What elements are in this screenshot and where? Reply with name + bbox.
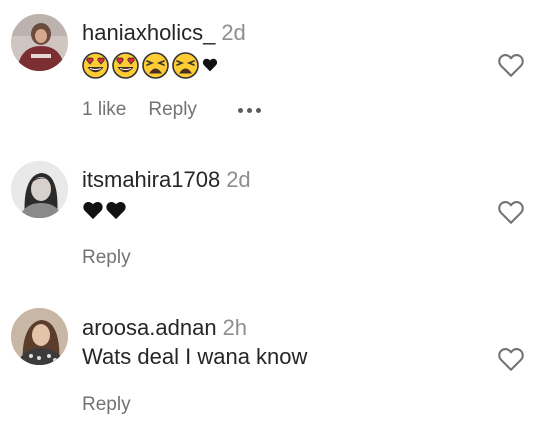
likes-count-link[interactable]: 1 like (82, 98, 126, 122)
username[interactable]: haniaxholics_ (82, 20, 215, 45)
comment-header: itsmahira1708 2d (82, 167, 251, 193)
comment-age: 2d (226, 167, 251, 192)
comment-actions: Reply (82, 393, 131, 417)
like-comment-button[interactable] (497, 52, 525, 78)
reply-button[interactable]: Reply (148, 98, 197, 122)
more-dot-icon (246, 107, 252, 113)
avatar-image (11, 308, 68, 365)
comment-item: itsmahira1708 2d Reply (0, 140, 543, 287)
heart-outline-icon (498, 200, 524, 224)
comment-age: 2h (222, 315, 248, 340)
avatar[interactable] (11, 161, 68, 218)
avatar-image (11, 14, 68, 71)
heart-eyes-emoji (82, 51, 109, 79)
weary-face-emoji (142, 51, 169, 79)
like-comment-button[interactable] (497, 199, 525, 225)
comment-item: aroosa.adnan 2h Wats deal I wana know Rep… (0, 287, 543, 431)
comment-text: Wats deal I wana know (82, 344, 308, 369)
username[interactable]: itsmahira1708 (82, 167, 220, 192)
avatar-image (11, 161, 68, 218)
heart-outline-icon (498, 53, 524, 77)
avatar[interactable] (11, 308, 68, 365)
comment-emoji-text (82, 51, 218, 79)
comment-item: haniaxholics_ 2d 1 like Reply (0, 0, 543, 140)
reply-button[interactable]: Reply (82, 393, 131, 417)
black-heart-emoji (83, 201, 103, 220)
comment-age: 2d (221, 20, 246, 45)
comment-header: haniaxholics_ 2d (82, 20, 246, 46)
heart-eyes-emoji (112, 51, 139, 79)
heart-outline-icon (498, 347, 524, 371)
black-heart-emoji (202, 58, 218, 72)
username[interactable]: aroosa.adnan (82, 315, 217, 340)
reply-button[interactable]: Reply (82, 246, 131, 270)
more-options-button[interactable] (237, 107, 261, 113)
black-heart-emoji (106, 201, 126, 220)
weary-face-emoji (172, 51, 199, 79)
like-comment-button[interactable] (497, 346, 525, 372)
comment-actions: 1 like Reply (82, 98, 261, 122)
avatar[interactable] (11, 14, 68, 71)
comment-header: aroosa.adnan 2h (82, 315, 247, 341)
comment-actions: Reply (82, 246, 131, 270)
more-dot-icon (255, 107, 261, 113)
more-dot-icon (237, 107, 243, 113)
comment-emoji-text (82, 197, 127, 223)
